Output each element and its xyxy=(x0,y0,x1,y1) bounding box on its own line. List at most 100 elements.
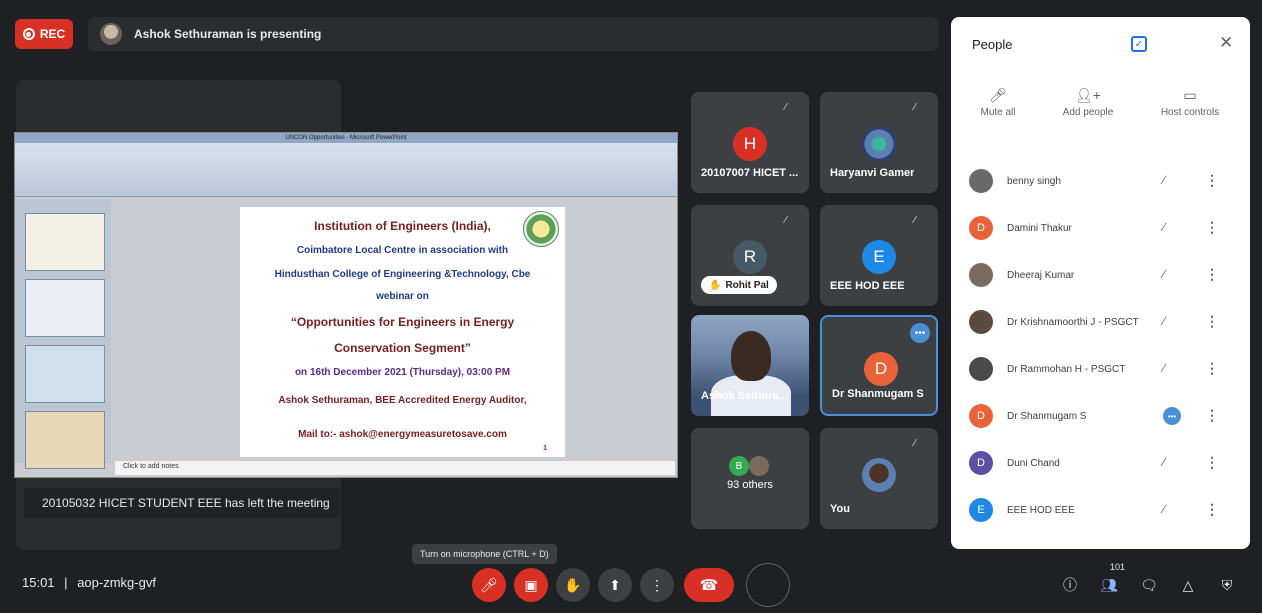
participant-row[interactable]: E EEE HOD EEE ∕ ⋮ xyxy=(951,488,1250,535)
activities-icon[interactable]: △ xyxy=(1178,575,1198,595)
more-vert-icon[interactable]: ⋮ xyxy=(1205,360,1219,377)
reaction-ring xyxy=(746,563,790,607)
leave-notification: 20105032 HICET STUDENT EEE has left the … xyxy=(24,488,340,518)
close-icon[interactable]: ✕ xyxy=(1219,33,1233,53)
participant-name: Dr Rammohan H - PSGCT xyxy=(1007,364,1126,375)
participant-avatar: D xyxy=(969,404,993,428)
checklist-icon[interactable]: ✓ xyxy=(1131,36,1147,52)
participant-name: EEE HOD EEE xyxy=(830,280,905,292)
participant-avatar: D xyxy=(969,451,993,475)
more-vert-icon[interactable]: ⋮ xyxy=(1205,313,1219,330)
participant-name: Damini Thakur xyxy=(1007,223,1072,234)
self-tile[interactable]: ∕ You xyxy=(820,428,938,529)
mic-off-icon: ∕ xyxy=(914,438,916,449)
people-icon[interactable]: 👥︎ xyxy=(1099,575,1119,595)
mic-off-icon: 🎤︎ xyxy=(989,87,1007,103)
rec-label: REC xyxy=(39,27,66,41)
speaking-indicator-icon: ••• xyxy=(910,323,930,343)
participant-row[interactable]: benny singh ∕ ⋮ xyxy=(951,159,1250,206)
participant-avatar: D xyxy=(864,352,898,386)
participant-avatar xyxy=(969,357,993,381)
mic-off-icon: ∕ xyxy=(914,215,916,226)
action-label: Add people xyxy=(1062,107,1114,118)
participant-row[interactable]: D Dr Shanmugam S ••• ⋮ xyxy=(951,394,1250,441)
presenting-text: Ashok Sethuraman is presenting xyxy=(134,27,322,41)
more-vert-icon: ⋮ xyxy=(650,576,664,593)
recording-badge[interactable]: REC xyxy=(15,19,73,49)
participant-avatar: E xyxy=(862,240,896,274)
presenting-banner: Ashok Sethuraman is presenting xyxy=(88,17,938,51)
participant-avatar: E xyxy=(969,498,993,522)
participant-tile[interactable]: ∕ Haryanvi Gamer xyxy=(820,92,938,193)
more-options-button[interactable]: ⋮ xyxy=(640,568,674,602)
host-controls-icon[interactable]: ⛨ xyxy=(1217,575,1237,595)
mic-off-icon: ∕ xyxy=(1163,502,1166,516)
participant-row[interactable]: Dr Krishnamoorthi J - PSGCT ∕ ⋮ xyxy=(951,300,1250,347)
camera-toggle-button[interactable]: ▣ xyxy=(514,568,548,602)
self-name: You xyxy=(830,503,850,515)
participant-row[interactable]: Dheeraj Kumar ∕ ⋮ xyxy=(951,253,1250,300)
toggle-icon: ▭ xyxy=(1183,87,1197,103)
mic-off-icon: ∕ xyxy=(1163,173,1166,187)
mic-off-icon: ∕ xyxy=(1163,220,1166,234)
more-vert-icon[interactable]: ⋮ xyxy=(1205,501,1219,518)
participant-tile[interactable]: ∕ H 20107007 HICET ... xyxy=(691,92,809,193)
mic-toggle-button[interactable]: 🎤︎ xyxy=(472,568,506,602)
slide-line: Ashok Sethuraman, BEE Accredited Energy … xyxy=(278,395,527,406)
self-avatar xyxy=(862,458,896,492)
action-label: Host controls xyxy=(1160,107,1220,118)
presenter-avatar xyxy=(100,23,122,45)
participant-name: Ashok Sethura... xyxy=(701,390,788,402)
slide-line: webinar on xyxy=(376,291,429,302)
participant-tile[interactable]: ∕ E EEE HOD EEE xyxy=(820,205,938,306)
mute-all-button[interactable]: 🎤︎ Mute all xyxy=(953,87,1043,118)
meeting-details-icon[interactable]: ⓘ xyxy=(1060,575,1080,595)
slide-thumbnail xyxy=(25,213,105,271)
participant-count: 101 xyxy=(1110,562,1126,572)
more-vert-icon[interactable]: ⋮ xyxy=(1205,172,1219,189)
participant-row[interactable]: D Damini Thakur ∕ ⋮ xyxy=(951,206,1250,253)
raised-hand-badge: ✋ Rohit Pal xyxy=(701,276,777,294)
participant-name: Dheeraj Kumar xyxy=(1007,270,1075,281)
mic-tooltip: Turn on microphone (CTRL + D) xyxy=(412,544,557,564)
more-vert-icon[interactable]: ⋮ xyxy=(1205,407,1219,424)
mic-off-icon: ∕ xyxy=(785,102,787,113)
participant-row[interactable]: Dr Rammohan H - PSGCT ∕ ⋮ xyxy=(951,347,1250,394)
participant-avatar xyxy=(969,263,993,287)
participant-name: EEE HOD EEE xyxy=(1007,505,1075,516)
video-feed-face xyxy=(731,331,771,381)
participant-avatar: B xyxy=(729,456,749,476)
raise-hand-button[interactable]: ✋ xyxy=(556,568,590,602)
participant-tile[interactable]: ∕ R ✋ Rohit Pal xyxy=(691,205,809,306)
others-tile[interactable]: B 93 others xyxy=(691,428,809,529)
people-panel: People ✓ ✕ 🎤︎ Mute all 👤︎+ Add people ▭ … xyxy=(951,17,1250,549)
leave-call-button[interactable]: ☎ xyxy=(684,568,734,602)
slide-line: Hindusthan College of Engineering &Techn… xyxy=(274,269,531,280)
more-vert-icon[interactable]: ⋮ xyxy=(1205,266,1219,283)
more-vert-icon[interactable]: ⋮ xyxy=(1205,454,1219,471)
participant-name: 20107007 HICET ... xyxy=(701,167,799,179)
mic-off-icon: ∕ xyxy=(1163,361,1166,375)
speaking-indicator-icon: ••• xyxy=(1163,407,1181,425)
slide-thumbnail xyxy=(25,279,105,337)
participant-avatar: H xyxy=(733,127,767,161)
present-button[interactable]: ⬆ xyxy=(598,568,632,602)
participant-avatar xyxy=(969,169,993,193)
chat-icon[interactable]: 🗨︎ xyxy=(1139,575,1159,595)
participant-avatar xyxy=(749,456,769,476)
add-person-icon: 👤︎+ xyxy=(1075,87,1101,103)
participant-name: Duni Chand xyxy=(1007,458,1060,469)
participant-name: Haryanvi Gamer xyxy=(830,167,915,179)
slide-line: Mail to:- ashok@energymeasuretosave.com xyxy=(298,429,507,440)
participant-tile-video[interactable]: Ashok Sethura... xyxy=(691,315,809,416)
participant-list: benny singh ∕ ⋮ D Damini Thakur ∕ ⋮ Dhee… xyxy=(951,159,1250,535)
host-controls-button[interactable]: ▭ Host controls xyxy=(1145,87,1235,118)
participant-row[interactable]: D Duni Chand ∕ ⋮ xyxy=(951,441,1250,488)
notes-pane: Click to add notes xyxy=(115,461,675,475)
current-time: 15:01 xyxy=(22,575,55,590)
participant-tile-active-speaker[interactable]: ••• D Dr Shanmugam S xyxy=(820,315,938,416)
others-count: 93 others xyxy=(727,479,773,491)
add-people-button[interactable]: 👤︎+ Add people xyxy=(1043,87,1133,118)
mic-off-icon: ∕ xyxy=(785,215,787,226)
more-vert-icon[interactable]: ⋮ xyxy=(1205,219,1219,236)
